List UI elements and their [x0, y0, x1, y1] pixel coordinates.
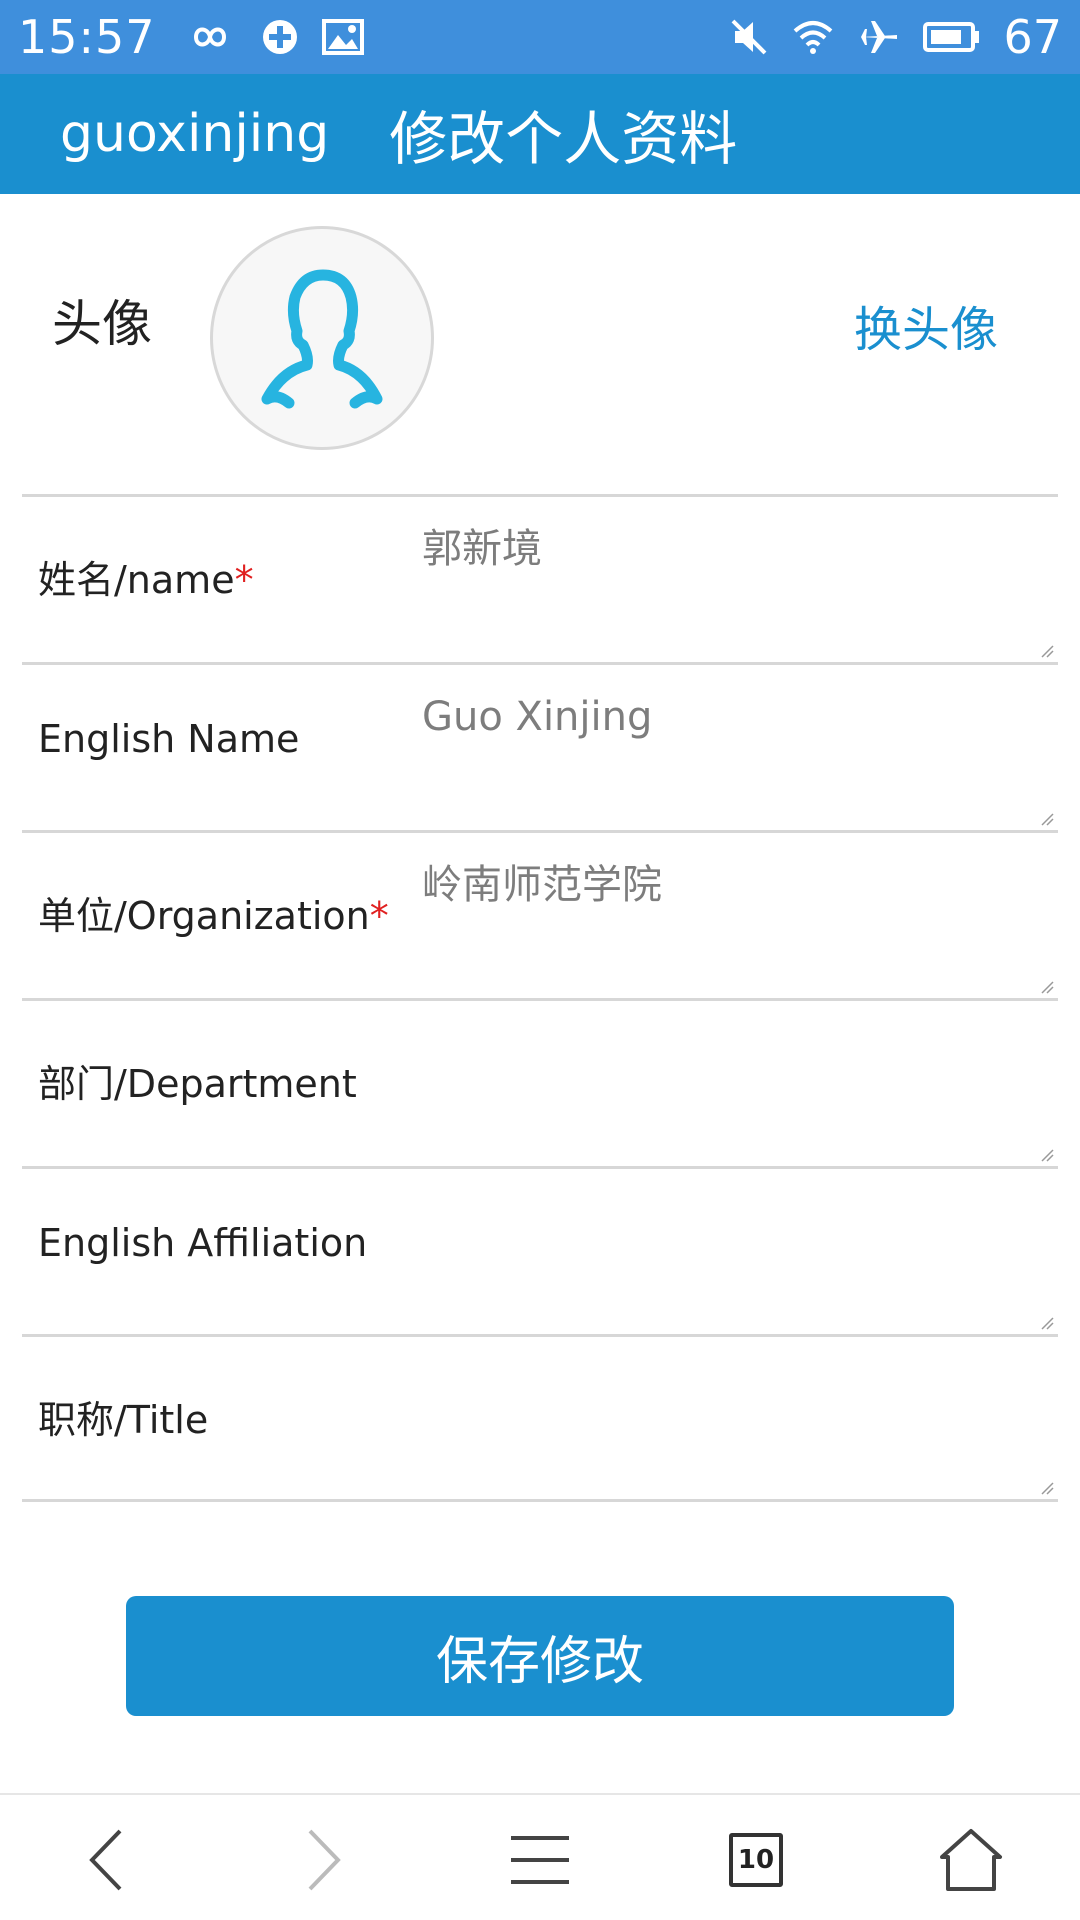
resize-grip-icon[interactable]: [1040, 812, 1054, 826]
form-row-english-name: English Name Guo Xinjing: [22, 662, 1058, 830]
resize-grip-icon[interactable]: [1040, 980, 1054, 994]
battery-icon: [923, 21, 981, 53]
battery-level: 67: [1003, 10, 1062, 64]
english-affiliation-label: English Affiliation: [38, 1221, 367, 1265]
title-label-text: 职称/Title: [38, 1398, 209, 1442]
form-row-organization: 单位/Organization* 岭南师范学院: [22, 830, 1058, 998]
tab-count: 10: [737, 1845, 775, 1875]
menu-icon: [511, 1836, 569, 1884]
avatar-label: 头像: [52, 295, 152, 353]
name-label: 姓名/name*: [38, 549, 254, 604]
english-affiliation-label-text: English Affiliation: [38, 1221, 368, 1265]
resize-grip-icon[interactable]: [1040, 1316, 1054, 1330]
department-label: 部门/Department: [38, 1053, 357, 1108]
wifi-icon: [791, 17, 835, 57]
page-title: 修改个人资料: [389, 105, 738, 173]
english-name-label: English Name: [38, 717, 299, 761]
form-row-title: 职称/Title: [22, 1334, 1058, 1502]
department-label-text: 部门/Department: [38, 1062, 357, 1106]
form-row-english-affiliation: English Affiliation: [22, 1166, 1058, 1334]
resize-grip-icon[interactable]: [1040, 1481, 1054, 1495]
avatar[interactable]: [210, 226, 434, 450]
save-button[interactable]: 保存修改: [126, 1596, 954, 1716]
status-bar: 15:57 67: [0, 0, 1080, 74]
image-icon: [321, 19, 364, 55]
browser-bottom-nav: 10: [0, 1793, 1080, 1920]
tabs-icon: 10: [729, 1833, 783, 1887]
resize-grip-icon[interactable]: [1040, 644, 1054, 658]
department-field[interactable]: [422, 1023, 1022, 1083]
avatar-row: 头像 换头像: [0, 194, 1080, 496]
app-header: guoxinjing 修改个人资料: [0, 74, 1080, 194]
back-icon: [89, 1829, 122, 1891]
tabs-button[interactable]: 10: [711, 1815, 801, 1905]
infinity-icon: [182, 22, 238, 52]
english-name-label-text: English Name: [38, 717, 300, 761]
mute-icon: [729, 17, 769, 57]
airplane-icon: [857, 17, 901, 57]
forward-button[interactable]: [278, 1815, 368, 1905]
user-silhouette-icon: [261, 269, 383, 409]
name-field[interactable]: 郭新境: [422, 519, 1022, 579]
status-time: 15:57: [18, 10, 156, 64]
english-name-field[interactable]: Guo Xinjing: [422, 687, 1022, 747]
resize-grip-icon[interactable]: [1040, 1148, 1054, 1162]
organization-label-text: 单位/Organization: [38, 894, 370, 938]
change-avatar-link[interactable]: 换头像: [854, 290, 998, 360]
header-username: guoxinjing: [60, 104, 330, 164]
required-marker: *: [369, 894, 389, 938]
required-marker: *: [234, 558, 254, 602]
english-affiliation-field[interactable]: [422, 1191, 1022, 1251]
sync-icon: [260, 17, 300, 57]
form-row-department: 部门/Department: [22, 998, 1058, 1166]
form-row-name: 姓名/name* 郭新境: [22, 494, 1058, 662]
forward-icon: [308, 1829, 341, 1891]
organization-label: 单位/Organization*: [38, 885, 389, 940]
menu-button[interactable]: [495, 1815, 585, 1905]
title-label: 职称/Title: [38, 1389, 208, 1444]
home-button[interactable]: [926, 1815, 1016, 1905]
home-icon: [940, 1829, 1002, 1891]
name-label-text: 姓名/name: [38, 558, 235, 602]
title-field[interactable]: [422, 1359, 1022, 1419]
back-button[interactable]: [62, 1815, 152, 1905]
organization-field[interactable]: 岭南师范学院: [422, 855, 1022, 915]
